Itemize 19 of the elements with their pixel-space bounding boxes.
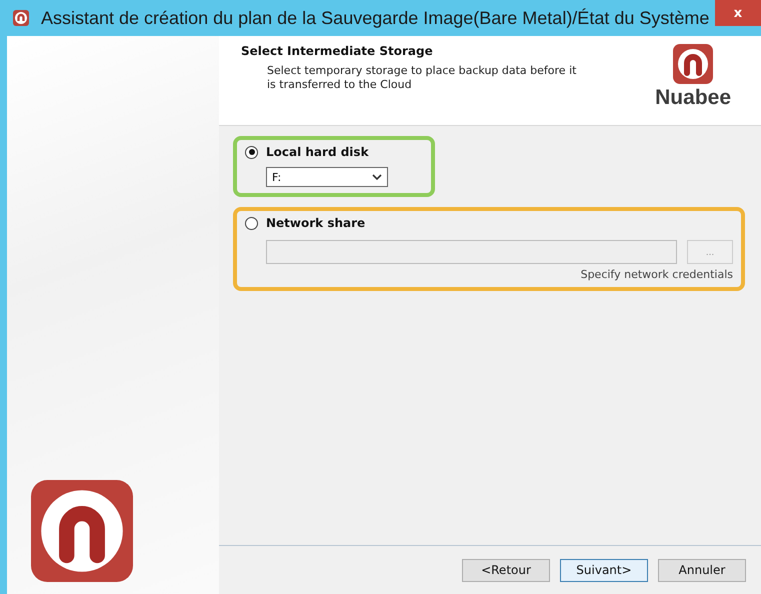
page-title: Select Intermediate Storage bbox=[241, 44, 434, 58]
brand-name: Nuabee bbox=[655, 86, 731, 110]
close-button[interactable]: x bbox=[715, 0, 761, 26]
window-title: Assistant de création du plan de la Sauvegarde Image(Bare Metal)/État du Système bbox=[41, 8, 710, 28]
option-label[interactable]: Local hard disk bbox=[266, 145, 369, 159]
option-label[interactable]: Network share bbox=[266, 216, 366, 230]
wizard-button[interactable]: Suivant> bbox=[560, 558, 648, 582]
radio-button[interactable] bbox=[245, 146, 258, 158]
path-field[interactable] bbox=[266, 240, 677, 264]
page-description: Select temporary storage to place backup data before it is transferred to the Cloud bbox=[267, 64, 578, 92]
logo-icon bbox=[673, 44, 714, 84]
wizard-button[interactable]: <Retour bbox=[462, 558, 550, 582]
logo-icon bbox=[31, 480, 133, 582]
credentials-link[interactable]: Specify network credentials bbox=[580, 268, 733, 281]
drive-dropdown[interactable]: F: bbox=[266, 167, 388, 187]
radio-button[interactable] bbox=[245, 216, 258, 230]
app-logo-icon bbox=[13, 10, 29, 26]
chevron-icon bbox=[372, 174, 382, 180]
wizard-button[interactable]: Annuler bbox=[658, 558, 746, 582]
